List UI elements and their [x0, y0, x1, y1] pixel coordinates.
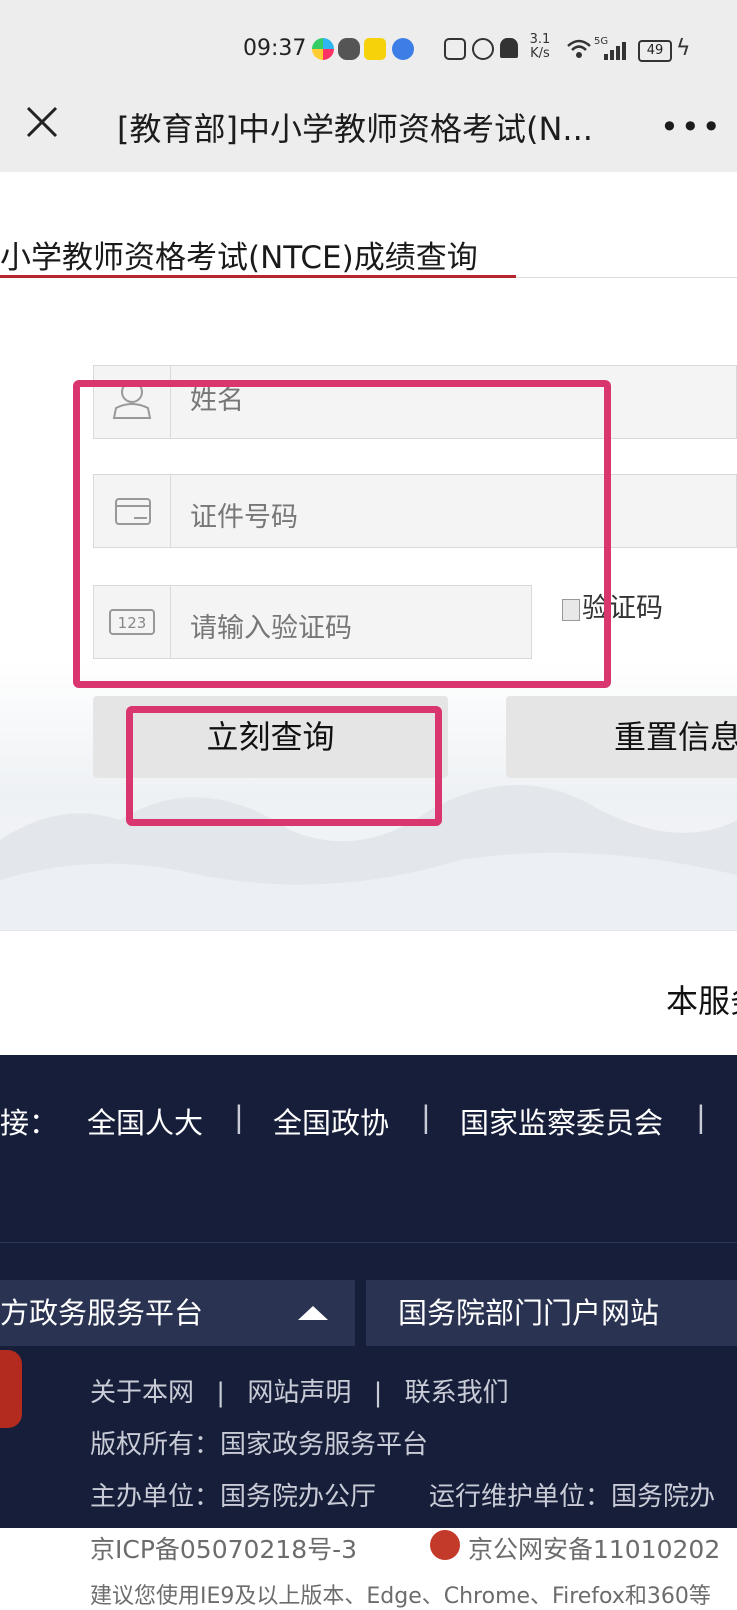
ministry-portals-label: 国务院部门门户网站 — [398, 1296, 660, 1330]
link-npc[interactable]: 全国人大 — [87, 1100, 203, 1142]
page-title: [教育部]中小学教师资格考试(N... — [117, 110, 593, 148]
link-about[interactable]: 关于本网 — [90, 1378, 194, 1408]
nfc-icon — [444, 38, 466, 60]
link-ccdi[interactable]: 国家监察委员会 — [460, 1100, 663, 1142]
charging-icon: ϟ — [676, 36, 691, 61]
national-emblem-icon — [0, 1350, 22, 1428]
heading-underline — [0, 275, 516, 278]
icp-record[interactable]: 京ICP备05070218号-3 — [90, 1530, 357, 1566]
local-platform-label: 方政务服务平台 — [0, 1296, 204, 1330]
form-highlight-box — [73, 380, 611, 688]
copyright-text: 版权所有：国家政务服务平台 — [90, 1430, 429, 1460]
button-highlight-box — [126, 706, 442, 826]
sponsor-text: 主办单位：国务院办公厅 — [90, 1482, 377, 1512]
about-links: 关于本网 | 网站声明 | 联系我们 — [90, 1372, 509, 1409]
net-speed-unit: K/s — [530, 46, 550, 61]
battery-indicator: 49 — [638, 40, 672, 62]
police-record[interactable]: 京公网安备11010202 — [468, 1530, 720, 1566]
browser-tip: 建议您使用IE9及以上版本、Edge、Chrome、Firefox和360等 — [90, 1584, 711, 1609]
caret-up-icon — [298, 1306, 328, 1320]
alarm-icon — [472, 38, 494, 60]
wifi-icon — [567, 39, 591, 58]
about-separator: | — [216, 1378, 226, 1408]
police-badge-icon — [430, 1530, 460, 1560]
link-separator: | — [234, 1100, 244, 1134]
ministry-portals-dropdown[interactable]: 国务院部门门户网站 — [366, 1280, 737, 1346]
close-icon[interactable] — [24, 104, 60, 140]
heading-rule — [516, 277, 737, 278]
operator-text: 运行维护单位：国务院办 — [429, 1482, 716, 1512]
section-heading: 小学教师资格考试(NTCE)成绩查询 — [0, 240, 478, 276]
about-separator: | — [373, 1378, 383, 1408]
footer-separator — [0, 1242, 737, 1243]
net-speed-value: 3.1 — [529, 32, 551, 47]
more-options-icon[interactable]: ••• — [660, 108, 723, 146]
service-notice: 本服务 — [666, 982, 737, 1020]
link-separator: | — [421, 1100, 431, 1134]
yy-app-icon — [364, 38, 386, 60]
app-notification-icon — [312, 38, 334, 60]
link-contact[interactable]: 联系我们 — [405, 1378, 509, 1408]
reset-button[interactable]: 重置信息 — [506, 696, 737, 778]
link-separator: | — [696, 1100, 706, 1134]
wechat-icon — [338, 38, 360, 60]
browser-icon — [392, 38, 414, 60]
links-prefix: 接： — [0, 1106, 59, 1140]
status-bar: 09:37 3.1 K/s 5G 49 ϟ — [0, 0, 737, 100]
cellular-signal-icon — [604, 42, 626, 60]
content-divider — [0, 930, 737, 931]
link-statement[interactable]: 网站声明 — [247, 1378, 351, 1408]
local-platform-dropdown[interactable]: 方政务服务平台 — [0, 1280, 355, 1346]
mute-icon — [500, 38, 518, 58]
status-time: 09:37 — [243, 36, 307, 61]
link-cppcc[interactable]: 全国政协 — [273, 1100, 389, 1142]
